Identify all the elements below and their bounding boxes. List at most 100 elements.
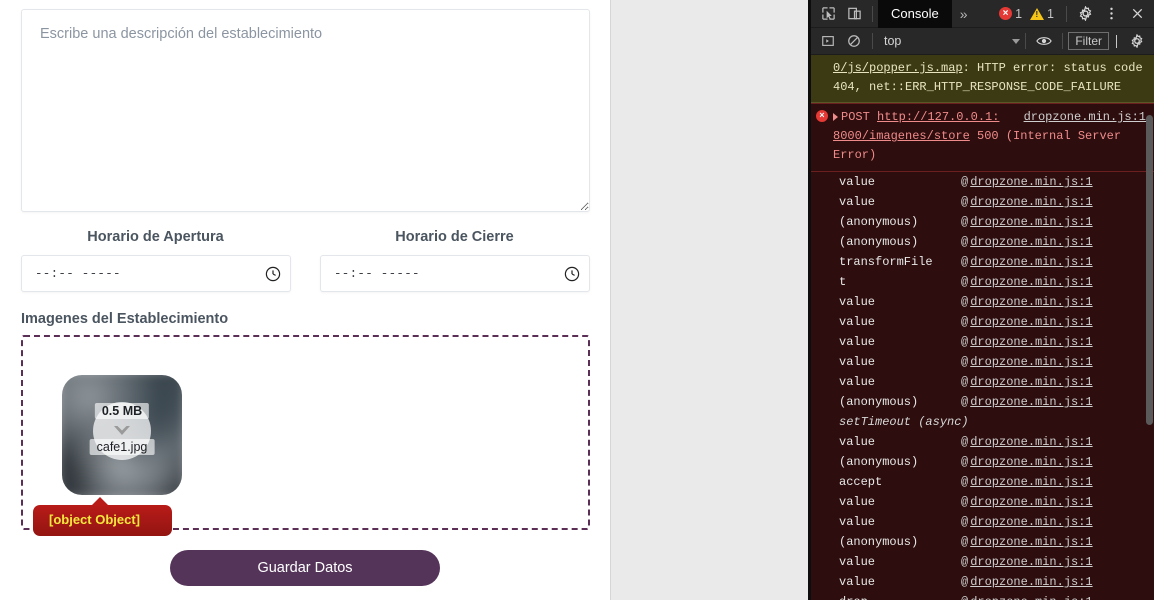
more-tabs-button[interactable]: » [952, 0, 976, 28]
stack-at-symbol: @ [961, 355, 969, 369]
text-cursor [1116, 34, 1117, 48]
stack-frame-source-link[interactable]: dropzone.min.js:1 [970, 392, 1092, 412]
stack-trace-row: (anonymous) @ dropzone.min.js:1 [811, 392, 1154, 412]
stack-frame-function: value [839, 375, 876, 389]
kebab-menu-icon[interactable] [1098, 2, 1124, 26]
stack-trace-row: (anonymous) @ dropzone.min.js:1 [811, 232, 1154, 252]
stack-frame-source-link[interactable]: dropzone.min.js:1 [970, 372, 1092, 392]
tab-console[interactable]: Console [878, 0, 952, 28]
stack-frame-function: transformFile [839, 255, 933, 269]
stack-at-symbol: @ [961, 435, 969, 449]
stack-frame-function: value [839, 435, 876, 449]
stack-frame-source-link[interactable]: dropzone.min.js:1 [970, 172, 1092, 192]
console-scrollbar-thumb[interactable] [1146, 115, 1153, 425]
opening-time-label: Horario de Apertura [87, 229, 224, 245]
stack-frame-source-link[interactable]: dropzone.min.js:1 [970, 252, 1092, 272]
stack-frame-source-link[interactable]: dropzone.min.js:1 [970, 472, 1092, 492]
stack-frame-source-link[interactable]: dropzone.min.js:1 [970, 532, 1092, 552]
console-error-message[interactable]: × POST http://127.0.0.1: dropzone.min.js… [811, 103, 1154, 172]
stack-frame-source-link[interactable]: dropzone.min.js:1 [970, 552, 1092, 572]
stack-frame-function: value [839, 495, 876, 509]
device-toolbar-icon[interactable] [841, 2, 867, 26]
gear-icon[interactable] [1072, 2, 1098, 26]
gear-icon[interactable] [1124, 29, 1150, 53]
expand-triangle-icon[interactable] [833, 112, 838, 121]
filter-input[interactable]: Filter [1068, 32, 1109, 50]
stack-trace-row: transformFile @ dropzone.min.js:1 [811, 252, 1154, 272]
stack-frame-function: value [839, 515, 876, 529]
save-data-button[interactable]: Guardar Datos [170, 550, 440, 586]
stack-at-symbol: @ [961, 515, 969, 529]
live-expression-icon[interactable] [1031, 29, 1057, 53]
error-source-link[interactable]: dropzone.min.js:1 [1024, 108, 1146, 127]
issue-counters[interactable]: × 1 1 [999, 7, 1059, 21]
clock-icon[interactable] [265, 266, 281, 282]
stack-at-symbol: @ [961, 335, 969, 349]
closing-time-input[interactable]: --:-- ----- [320, 255, 590, 292]
dropzone-file-preview[interactable]: 0.5 MB cafe1.jpg [62, 375, 182, 495]
upload-error-tooltip: [object Object] [33, 497, 172, 536]
stack-trace-row: value @ dropzone.min.js:1 [811, 572, 1154, 592]
stack-trace-row: value @ dropzone.min.js:1 [811, 352, 1154, 372]
stack-frame-function: value [839, 335, 876, 349]
error-stack-trace: value @ dropzone.min.js:1 value @ dropzone.mi… [811, 172, 1154, 600]
toolbar-divider [872, 5, 873, 22]
warning-source-link[interactable]: 0/js/popper.js.map [833, 61, 963, 75]
stack-frame-source-link[interactable]: dropzone.min.js:1 [970, 312, 1092, 332]
clock-icon[interactable] [564, 266, 580, 282]
stack-trace-row: value @ dropzone.min.js:1 [811, 312, 1154, 332]
toolbar-divider [1066, 5, 1067, 22]
file-size-label: 0.5 MB [94, 403, 150, 419]
clear-console-icon[interactable] [841, 29, 867, 53]
stack-frame-function: value [839, 555, 876, 569]
stack-at-symbol: @ [961, 255, 969, 269]
console-sidebar-icon[interactable] [815, 29, 841, 53]
filterbar-divider [1025, 33, 1027, 49]
console-scrollbar[interactable] [1145, 55, 1154, 600]
stack-trace-row: accept @ dropzone.min.js:1 [811, 472, 1154, 492]
closing-time-value: --:-- ----- [334, 266, 420, 281]
stack-frame-function: value [839, 575, 876, 589]
stack-frame-source-link[interactable]: dropzone.min.js:1 [970, 232, 1092, 252]
stack-frame-source-link[interactable]: dropzone.min.js:1 [970, 292, 1092, 312]
stack-at-symbol: @ [961, 475, 969, 489]
error-url-line1[interactable]: http://127.0.0.1: [877, 110, 999, 124]
console-message-list[interactable]: 0/js/popper.js.map: HTTP error: status c… [811, 55, 1154, 600]
stack-frame-source-link[interactable]: dropzone.min.js:1 [970, 212, 1092, 232]
stack-at-symbol: @ [961, 295, 969, 309]
stack-frame-function: t [839, 275, 847, 289]
stack-frame-function: (anonymous) [839, 235, 919, 249]
stack-frame-source-link[interactable]: dropzone.min.js:1 [970, 432, 1092, 452]
stack-frame-source-link[interactable]: dropzone.min.js:1 [970, 332, 1092, 352]
closing-time-label: Horario de Cierre [395, 229, 514, 245]
stack-frame-source-link[interactable]: dropzone.min.js:1 [970, 592, 1092, 600]
inspect-element-icon[interactable] [815, 2, 841, 26]
image-dropzone[interactable]: 0.5 MB cafe1.jpg [object Object] [21, 335, 590, 536]
stack-trace-row: value @ dropzone.min.js:1 [811, 512, 1154, 532]
establishment-form: Horario de Apertura Horario de Cierre --… [0, 0, 610, 600]
stack-trace-row: value @ dropzone.min.js:1 [811, 552, 1154, 572]
stack-frame-source-link[interactable]: dropzone.min.js:1 [970, 452, 1092, 472]
error-count-icon: × [999, 7, 1013, 20]
stack-at-symbol: @ [961, 195, 969, 209]
stack-frame-source-link[interactable]: dropzone.min.js:1 [970, 492, 1092, 512]
stack-at-symbol: @ [961, 275, 969, 289]
stack-frame-source-link[interactable]: dropzone.min.js:1 [970, 272, 1092, 292]
devtools-panel: Console » × 1 1 [808, 0, 1154, 600]
stack-frame-source-link[interactable]: dropzone.min.js:1 [970, 512, 1092, 532]
filterbar-divider [1062, 33, 1064, 49]
stack-frame-source-link[interactable]: dropzone.min.js:1 [970, 352, 1092, 372]
close-icon[interactable] [1124, 2, 1150, 26]
warning-count-label: 1 [1047, 6, 1054, 21]
stack-frame-source-link[interactable]: dropzone.min.js:1 [970, 572, 1092, 592]
stack-trace-row: value @ dropzone.min.js:1 [811, 372, 1154, 392]
stack-at-symbol: @ [961, 395, 969, 409]
opening-time-input[interactable]: --:-- ----- [21, 255, 291, 292]
stack-frame-source-link[interactable]: dropzone.min.js:1 [970, 192, 1092, 212]
chevron-down-icon[interactable] [1012, 38, 1021, 44]
execution-context-selector[interactable]: top [878, 34, 901, 48]
description-textarea[interactable] [21, 9, 590, 212]
stack-trace-row: t @ dropzone.min.js:1 [811, 272, 1154, 292]
console-warning-message[interactable]: 0/js/popper.js.map: HTTP error: status c… [811, 55, 1154, 103]
error-url-line2[interactable]: 8000/imagenes/store [833, 129, 970, 143]
